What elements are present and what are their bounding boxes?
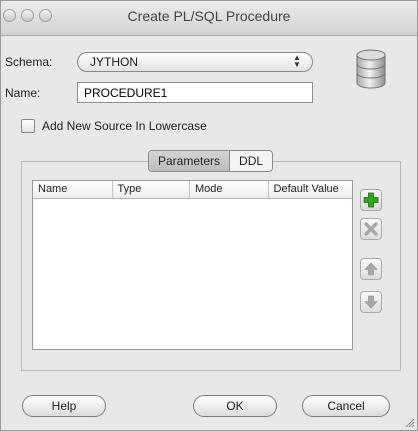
schema-label: Schema: [5,55,53,69]
window-title: Create PL/SQL Procedure [127,8,291,24]
database-icon [356,49,386,89]
tab-bar: Parameters DDL [148,150,274,172]
remove-parameter-button[interactable] [360,218,382,240]
resize-grip-icon[interactable] [405,418,415,428]
column-header-default-value[interactable]: Default Value [269,181,352,198]
lowercase-label: Add New Source In Lowercase [42,119,207,133]
help-button[interactable]: Help [22,395,106,417]
tab-parameters[interactable]: Parameters [149,151,231,171]
table-header: Name Type Mode Default Value [33,181,352,199]
name-field[interactable] [78,83,312,102]
cancel-button[interactable]: Cancel [302,395,390,417]
move-down-button[interactable] [360,291,382,313]
dialog-window: Create PL/SQL Procedure Schema: JYTHON ▲… [0,0,418,431]
parameters-table[interactable]: Name Type Mode Default Value [32,180,353,350]
tab-ddl[interactable]: DDL [230,151,272,171]
schema-select[interactable]: JYTHON ▲ ▼ [77,52,313,72]
name-label: Name: [5,86,41,100]
lowercase-checkbox[interactable] [21,119,35,133]
arrow-up-icon [364,262,378,276]
select-arrows-icon: ▲ ▼ [293,53,301,69]
column-header-name[interactable]: Name [33,181,113,198]
column-header-type[interactable]: Type [113,181,191,198]
name-field-wrapper [77,82,313,103]
add-parameter-button[interactable] [360,189,382,211]
ok-button[interactable]: OK [193,395,277,417]
arrow-down-icon [364,295,378,309]
add-icon [363,192,379,208]
remove-icon [364,222,378,236]
schema-select-value: JYTHON [90,55,138,69]
column-header-mode[interactable]: Mode [190,181,269,198]
move-up-button[interactable] [360,258,382,280]
title-bar[interactable]: Create PL/SQL Procedure [1,1,417,36]
